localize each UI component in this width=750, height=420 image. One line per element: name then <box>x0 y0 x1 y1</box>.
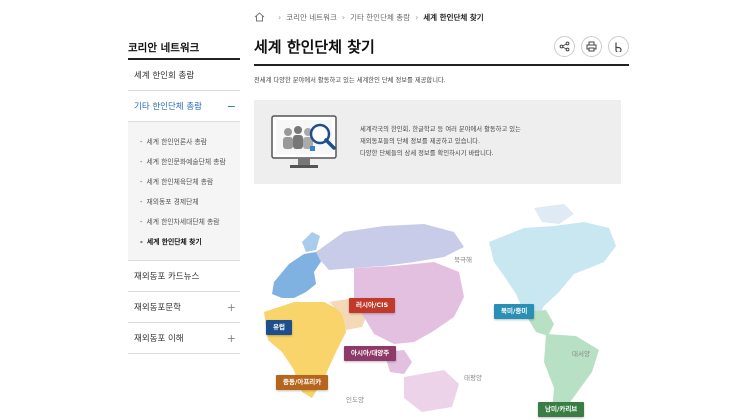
submenu-item[interactable]: - 재외동포 경제단체 <box>140 192 240 212</box>
russia-shape <box>316 224 464 270</box>
region-samerica-button[interactable]: 남미/카리브 <box>538 402 585 417</box>
home-icon[interactable] <box>254 12 265 22</box>
blog-share-button[interactable] <box>608 36 629 57</box>
oceania-shape <box>404 370 459 412</box>
sidebar-submenu: - 세계 한인언론사 총람 - 세계 한인문화예술단체 총람 - 세계 한인체육단체 … <box>128 122 240 261</box>
info-text: 세계각국의 한인회, 한글학교 등 여러 분야에서 활동하고 있는 재외동포들의… <box>360 126 521 157</box>
print-button[interactable] <box>581 36 602 57</box>
sidebar-title: 코리안 네트워크 <box>128 38 240 60</box>
sidebar-item-other-groups[interactable]: 기타 한인단체 총람 − <box>128 91 240 122</box>
chevron-right-icon: › <box>415 12 419 22</box>
submenu-item-active[interactable]: - 세계 한인단체 찾기 <box>140 232 240 252</box>
sidebar-item-label: 재외동포문학 <box>134 303 181 313</box>
submenu-item[interactable]: - 세계 한인차세대단체 총람 <box>140 212 240 232</box>
breadcrumb-item[interactable]: 코리안 네트워크 <box>286 12 337 23</box>
group-search-illustration <box>268 112 346 172</box>
greenland-shape <box>534 204 574 224</box>
breadcrumb-current: 세계 한인단체 찾기 <box>423 12 484 22</box>
sidebar-item-label: 기타 한인단체 총람 <box>134 102 202 112</box>
print-icon <box>586 41 597 52</box>
submenu-item[interactable]: - 세계 한인체육단체 총람 <box>140 172 240 192</box>
blog-icon <box>615 42 622 52</box>
page-actions <box>554 36 629 57</box>
title-divider <box>254 64 629 66</box>
sidebar: 코리안 네트워크 세계 한인회 총람 기타 한인단체 총람 − - 세계 한인언론… <box>128 38 240 354</box>
submenu-item[interactable]: - 세계 한인문화예술단체 총람 <box>140 152 240 172</box>
breadcrumb-item[interactable]: 기타 한인단체 총람 <box>350 12 410 23</box>
chevron-right-icon: › <box>278 12 282 22</box>
sidebar-item-label: 세계 한인회 총람 <box>134 71 195 81</box>
main-content: 세계 한인단체 찾기 전세계 다양한 분야에서 활동하고 있는 세계한인 단체 … <box>254 30 629 417</box>
expand-icon[interactable]: + <box>227 302 236 313</box>
submenu-item[interactable]: - 세계 한인언론사 총람 <box>140 132 240 152</box>
ocean-label: 태평양 <box>464 374 482 382</box>
collapse-icon[interactable]: − <box>227 101 236 112</box>
share-icon <box>559 41 570 52</box>
ocean-label: 북극해 <box>454 256 472 264</box>
breadcrumb: › 코리안 네트워크 › 기타 한인단체 총람 › 세계 한인단체 찾기 <box>254 10 484 24</box>
sidebar-item-label: 재외동포 카드뉴스 <box>134 272 200 282</box>
sidebar-item-overseas-korean-assoc[interactable]: 세계 한인회 총람 <box>128 60 240 91</box>
ocean-label: 인도양 <box>346 396 364 404</box>
region-mideast-button[interactable]: 중동/아프리카 <box>276 375 329 390</box>
region-russia-button[interactable]: 러시아/CIS <box>349 298 396 313</box>
world-map: 유럽 러시아/CIS 아시아/대양주 중동/아프리카 북미/중미 남미/카리브 … <box>254 202 629 420</box>
region-asia-button[interactable]: 아시아/대양주 <box>344 346 397 361</box>
sidebar-item-understanding[interactable]: 재외동포 이해 + <box>128 323 240 354</box>
chevron-right-icon: › <box>341 12 346 22</box>
sidebar-item-label: 재외동포 이해 <box>134 334 184 344</box>
ocean-label: 대서양 <box>572 350 590 358</box>
sidebar-item-literature[interactable]: 재외동포문학 + <box>128 292 240 323</box>
region-europe-button[interactable]: 유럽 <box>266 320 292 335</box>
sidebar-item-cardnews[interactable]: 재외동포 카드뉴스 <box>128 261 240 292</box>
scandinavia-shape <box>302 232 320 252</box>
expand-icon[interactable]: + <box>227 333 236 344</box>
share-button[interactable] <box>554 36 575 57</box>
region-namerica-button[interactable]: 북미/중미 <box>494 304 535 319</box>
europe-shape <box>272 252 322 298</box>
intro-text: 전세계 다양한 분야에서 활동하고 있는 세계한인 단체 정보를 제공합니다. <box>254 77 446 84</box>
info-box: 세계각국의 한인회, 한글학교 등 여러 분야에서 활동하고 있는 재외동포들의… <box>254 100 621 184</box>
